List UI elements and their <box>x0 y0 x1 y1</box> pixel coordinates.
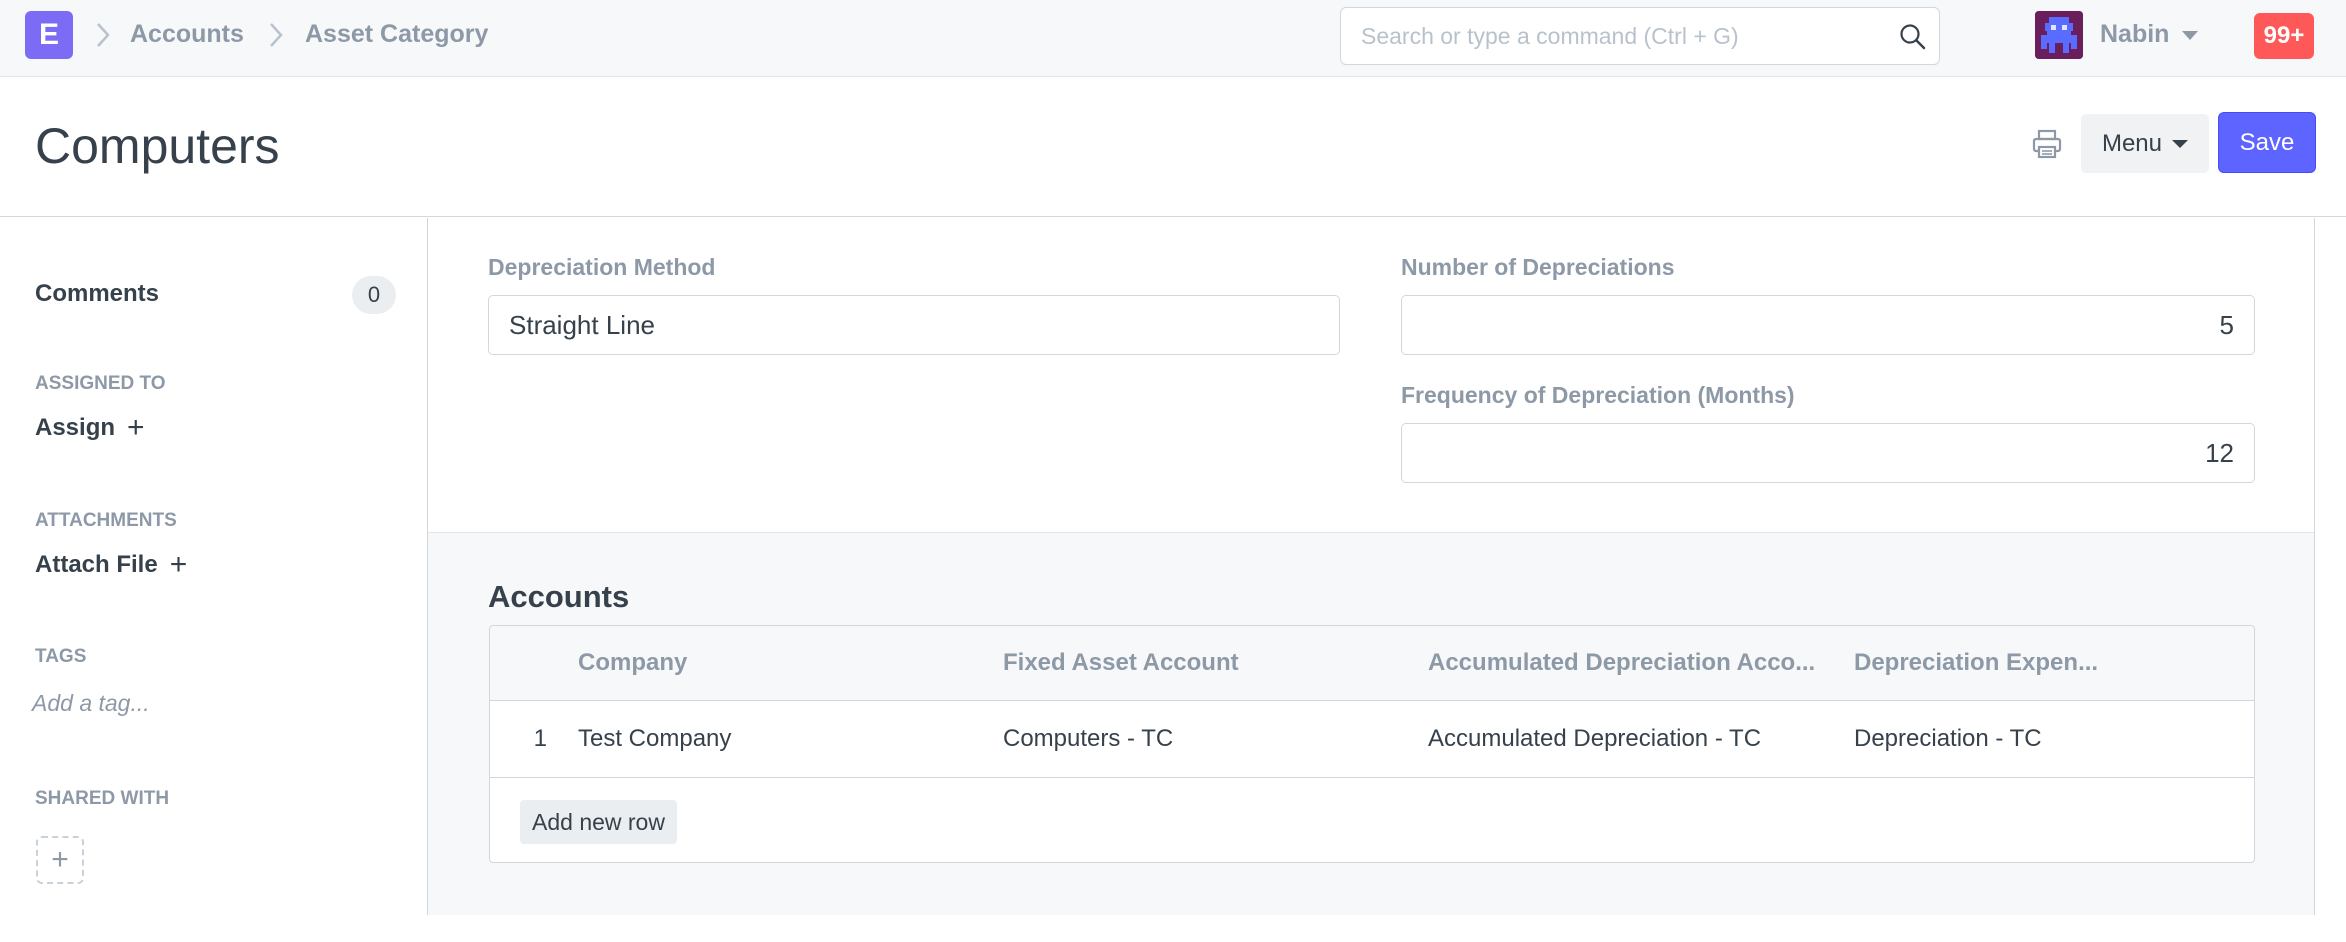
cell-company[interactable]: Test Company <box>578 701 978 777</box>
chevron-right-icon <box>97 23 110 47</box>
depreciation-method-select[interactable]: Straight Line <box>488 295 1340 355</box>
avatar-image <box>2035 11 2083 59</box>
app-logo[interactable]: E <box>25 11 73 59</box>
navbar: E Accounts Asset Category Nabin 99+ <box>0 0 2346 77</box>
comments-link[interactable]: Comments <box>35 280 159 308</box>
notification-badge[interactable]: 99+ <box>2254 13 2314 59</box>
attachments-label: ATTACHMENTS <box>35 510 177 531</box>
save-button[interactable]: Save <box>2218 112 2316 173</box>
depreciation-method-value: Straight Line <box>509 309 655 340</box>
caret-down-icon <box>2172 139 2189 148</box>
assigned-to-label: ASSIGNED TO <box>35 373 166 394</box>
caret-down-icon[interactable] <box>2182 31 2198 40</box>
frequency-value: 12 <box>2205 437 2234 468</box>
attach-file-button[interactable]: Attach File + <box>35 550 187 580</box>
user-menu-name[interactable]: Nabin <box>2100 20 2169 49</box>
search-input[interactable] <box>1361 8 1891 64</box>
plus-icon: + <box>127 411 145 444</box>
column-header-depreciation-expense-account: Depreciation Expen... <box>1854 649 2099 676</box>
depreciation-section: Depreciation Method Straight Line Number… <box>428 218 2314 533</box>
plus-icon: + <box>169 548 188 581</box>
breadcrumb-asset-category[interactable]: Asset Category <box>305 20 488 49</box>
table-row[interactable]: 1 Test Company Computers - TC Accumulate… <box>490 701 2254 778</box>
page-head: Computers Menu Save <box>0 77 2346 217</box>
column-header-company: Company <box>578 649 688 676</box>
assign-label: Assign <box>35 414 116 441</box>
frequency-input[interactable]: 12 <box>1401 423 2255 483</box>
accounts-table: Company Fixed Asset Account Accumulated … <box>489 625 2255 863</box>
search-icon[interactable] <box>1899 23 1927 51</box>
assign-button[interactable]: Assign + <box>35 413 145 443</box>
num-depreciations-label: Number of Depreciations <box>1401 254 1675 280</box>
comments-count-badge: 0 <box>352 276 396 314</box>
cell-depreciation-expense-account[interactable]: Depreciation - TC <box>1854 701 2244 777</box>
cell-fixed-asset-account[interactable]: Computers - TC <box>1003 701 1403 777</box>
page-title: Computers <box>35 118 280 174</box>
form-main: Depreciation Method Straight Line Number… <box>427 218 2315 915</box>
menu-button[interactable]: Menu <box>2081 114 2209 173</box>
add-tag-input[interactable]: Add a tag... <box>32 690 150 717</box>
cell-accumulated-depreciation-account[interactable]: Accumulated Depreciation - TC <box>1428 701 1828 777</box>
shared-with-label: SHARED WITH <box>35 788 170 809</box>
column-header-fixed-asset-account: Fixed Asset Account <box>1003 649 1239 676</box>
add-share-button[interactable]: + <box>36 836 84 884</box>
form-sidebar: Comments 0 ASSIGNED TO Assign + ATTACHME… <box>0 218 426 942</box>
num-depreciations-input[interactable]: 5 <box>1401 295 2255 355</box>
depreciation-method-label: Depreciation Method <box>488 254 716 280</box>
printer-icon[interactable] <box>2030 127 2064 161</box>
plus-icon: + <box>51 843 69 876</box>
accounts-section: Accounts Company Fixed Asset Account Acc… <box>428 533 2314 915</box>
add-new-row-button[interactable]: Add new row <box>520 800 677 844</box>
column-header-accumulated-depreciation-account: Accumulated Depreciation Acco... <box>1428 649 1816 676</box>
avatar[interactable] <box>2035 11 2083 59</box>
attach-file-label: Attach File <box>35 551 158 578</box>
accounts-section-title: Accounts <box>488 579 630 614</box>
tags-label: TAGS <box>35 646 87 667</box>
chevron-right-icon <box>270 23 283 47</box>
frequency-label: Frequency of Depreciation (Months) <box>1401 382 1795 408</box>
table-header: Company Fixed Asset Account Accumulated … <box>490 626 2254 701</box>
search-box[interactable] <box>1340 7 1940 65</box>
row-index: 1 <box>533 725 547 752</box>
menu-button-label: Menu <box>2101 129 2163 157</box>
num-depreciations-value: 5 <box>2219 309 2234 340</box>
breadcrumb-accounts[interactable]: Accounts <box>130 20 244 49</box>
